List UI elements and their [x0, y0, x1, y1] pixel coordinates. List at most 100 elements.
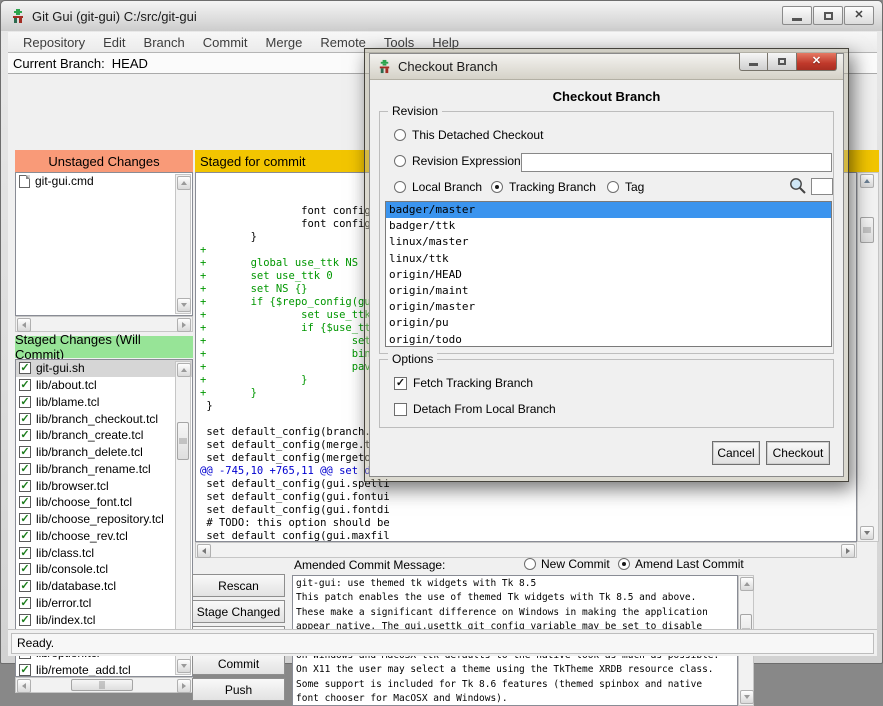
scroll-down-button[interactable] — [740, 690, 754, 704]
local-branch-radio[interactable]: Local Branch — [394, 180, 482, 194]
unstaged-horizontal-scrollbar[interactable] — [15, 316, 193, 332]
branch-list-item[interactable]: badger/ttk — [386, 218, 831, 234]
radio-icon[interactable] — [394, 129, 406, 141]
cancel-button[interactable]: Cancel — [712, 441, 760, 465]
dialog-titlebar[interactable]: Checkout Branch ✕ — [370, 54, 843, 80]
dialog-close-button[interactable]: ✕ — [796, 53, 837, 71]
scroll-left-button[interactable] — [197, 544, 211, 558]
close-button[interactable]: ✕ — [844, 6, 874, 25]
scrollbar-thumb[interactable] — [71, 679, 133, 691]
radio-icon[interactable] — [394, 155, 406, 167]
staged-check-icon[interactable] — [19, 530, 31, 542]
staged-check-icon[interactable] — [19, 664, 31, 676]
staged-check-icon[interactable] — [19, 496, 31, 508]
branch-list-item[interactable]: badger/master — [386, 202, 831, 218]
branch-list[interactable]: badger/masterbadger/ttklinux/masterlinux… — [385, 201, 832, 347]
checkbox-checked-icon[interactable] — [394, 377, 407, 390]
branch-list-item[interactable]: origin/maint — [386, 283, 831, 299]
staged-check-icon[interactable] — [19, 362, 31, 374]
unstaged-file-row[interactable]: git-gui.cmd — [16, 173, 192, 190]
tracking-branch-radio[interactable]: Tracking Branch — [491, 180, 596, 194]
menu-item[interactable]: Repository — [14, 33, 94, 52]
radio-icon[interactable] — [607, 181, 619, 193]
scroll-down-button[interactable] — [177, 659, 191, 673]
scroll-up-button[interactable] — [177, 363, 191, 377]
staged-check-icon[interactable] — [19, 396, 31, 408]
scroll-up-button[interactable] — [177, 176, 191, 190]
branch-list-item[interactable]: linux/master — [386, 234, 831, 250]
scrollbar-thumb[interactable] — [177, 422, 189, 460]
scrollbar-thumb[interactable] — [860, 217, 874, 243]
diff-horizontal-scrollbar[interactable] — [195, 542, 857, 558]
staged-file-row[interactable]: lib/branch_delete.tcl — [16, 444, 192, 461]
new-commit-radio[interactable]: New Commit — [524, 557, 610, 571]
branch-filter-input[interactable] — [811, 178, 833, 195]
unstaged-vertical-scrollbar[interactable] — [175, 174, 191, 314]
checkbox-unchecked-icon[interactable] — [394, 403, 407, 416]
menu-item[interactable]: Commit — [194, 33, 257, 52]
staged-file-row[interactable]: lib/branch_checkout.tcl — [16, 410, 192, 427]
staged-file-row[interactable]: lib/branch_create.tcl — [16, 427, 192, 444]
stage-changed-button[interactable]: Stage Changed — [192, 600, 285, 623]
staged-horizontal-scrollbar[interactable] — [15, 677, 193, 693]
scroll-down-button[interactable] — [860, 526, 874, 540]
staged-check-icon[interactable] — [19, 463, 31, 475]
staged-check-icon[interactable] — [19, 446, 31, 458]
amend-last-commit-radio[interactable]: Amend Last Commit — [618, 557, 744, 571]
staged-check-icon[interactable] — [19, 563, 31, 575]
detach-from-local-branch-checkbox[interactable]: Detach From Local Branch — [394, 402, 556, 416]
staged-file-row[interactable]: lib/choose_rev.tcl — [16, 528, 192, 545]
scroll-up-button[interactable] — [860, 174, 874, 188]
dialog-maximize-button[interactable] — [768, 53, 796, 71]
staged-file-row[interactable]: lib/database.tcl — [16, 578, 192, 595]
fetch-tracking-branch-checkbox[interactable]: Fetch Tracking Branch — [394, 376, 533, 390]
branch-list-item[interactable]: origin/master — [386, 299, 831, 315]
branch-list-item[interactable]: origin/todo — [386, 332, 831, 348]
staged-file-row[interactable]: lib/class.tcl — [16, 544, 192, 561]
dialog-minimize-button[interactable] — [739, 53, 768, 71]
staged-file-row[interactable]: lib/browser.tcl — [16, 477, 192, 494]
scroll-left-button[interactable] — [17, 679, 31, 693]
staged-check-icon[interactable] — [19, 580, 31, 592]
staged-file-row[interactable]: lib/choose_repository.tcl — [16, 511, 192, 528]
staged-file-row[interactable]: lib/console.tcl — [16, 561, 192, 578]
branch-list-item[interactable]: origin/HEAD — [386, 267, 831, 283]
radio-icon[interactable] — [524, 558, 536, 570]
staged-file-row[interactable]: git-gui.sh — [16, 360, 192, 377]
revision-expression-input[interactable] — [521, 153, 832, 172]
scroll-up-button[interactable] — [740, 577, 754, 591]
staged-check-icon[interactable] — [19, 413, 31, 425]
staged-file-row[interactable]: lib/index.tcl — [16, 611, 192, 628]
staged-check-icon[interactable] — [19, 379, 31, 391]
scroll-right-button[interactable] — [841, 544, 855, 558]
radio-selected-icon[interactable] — [618, 558, 630, 570]
radio-selected-icon[interactable] — [491, 181, 503, 193]
titlebar[interactable]: Git Gui (git-gui) C:/src/git-gui ✕ — [1, 1, 882, 31]
staged-check-icon[interactable] — [19, 513, 31, 525]
staged-check-icon[interactable] — [19, 480, 31, 492]
staged-file-row[interactable]: lib/blame.tcl — [16, 394, 192, 411]
branch-list-item[interactable]: linux/ttk — [386, 251, 831, 267]
staged-check-icon[interactable] — [19, 614, 31, 626]
diff-vertical-scrollbar[interactable] — [857, 172, 879, 542]
checkout-button[interactable]: Checkout — [766, 441, 830, 465]
rescan-button[interactable]: Rescan — [192, 574, 285, 597]
branch-list-item[interactable]: origin/pu — [386, 315, 831, 331]
scroll-right-button[interactable] — [177, 318, 191, 332]
staged-vertical-scrollbar[interactable] — [175, 361, 191, 675]
radio-icon[interactable] — [394, 181, 406, 193]
menu-item[interactable]: Edit — [94, 33, 134, 52]
staged-file-row[interactable]: lib/error.tcl — [16, 595, 192, 612]
unstaged-file-list[interactable]: git-gui.cmd — [15, 172, 193, 316]
scroll-down-button[interactable] — [177, 298, 191, 312]
staged-file-row[interactable]: lib/about.tcl — [16, 377, 192, 394]
push-button[interactable]: Push — [192, 678, 285, 701]
scroll-right-button[interactable] — [177, 679, 191, 693]
staged-check-icon[interactable] — [19, 597, 31, 609]
tag-radio[interactable]: Tag — [607, 180, 644, 194]
menu-item[interactable]: Branch — [135, 33, 194, 52]
staged-check-icon[interactable] — [19, 429, 31, 441]
menu-item[interactable]: Merge — [257, 33, 312, 52]
minimize-button[interactable] — [782, 6, 812, 25]
revision-expression-radio[interactable]: Revision Expression: — [394, 154, 524, 168]
